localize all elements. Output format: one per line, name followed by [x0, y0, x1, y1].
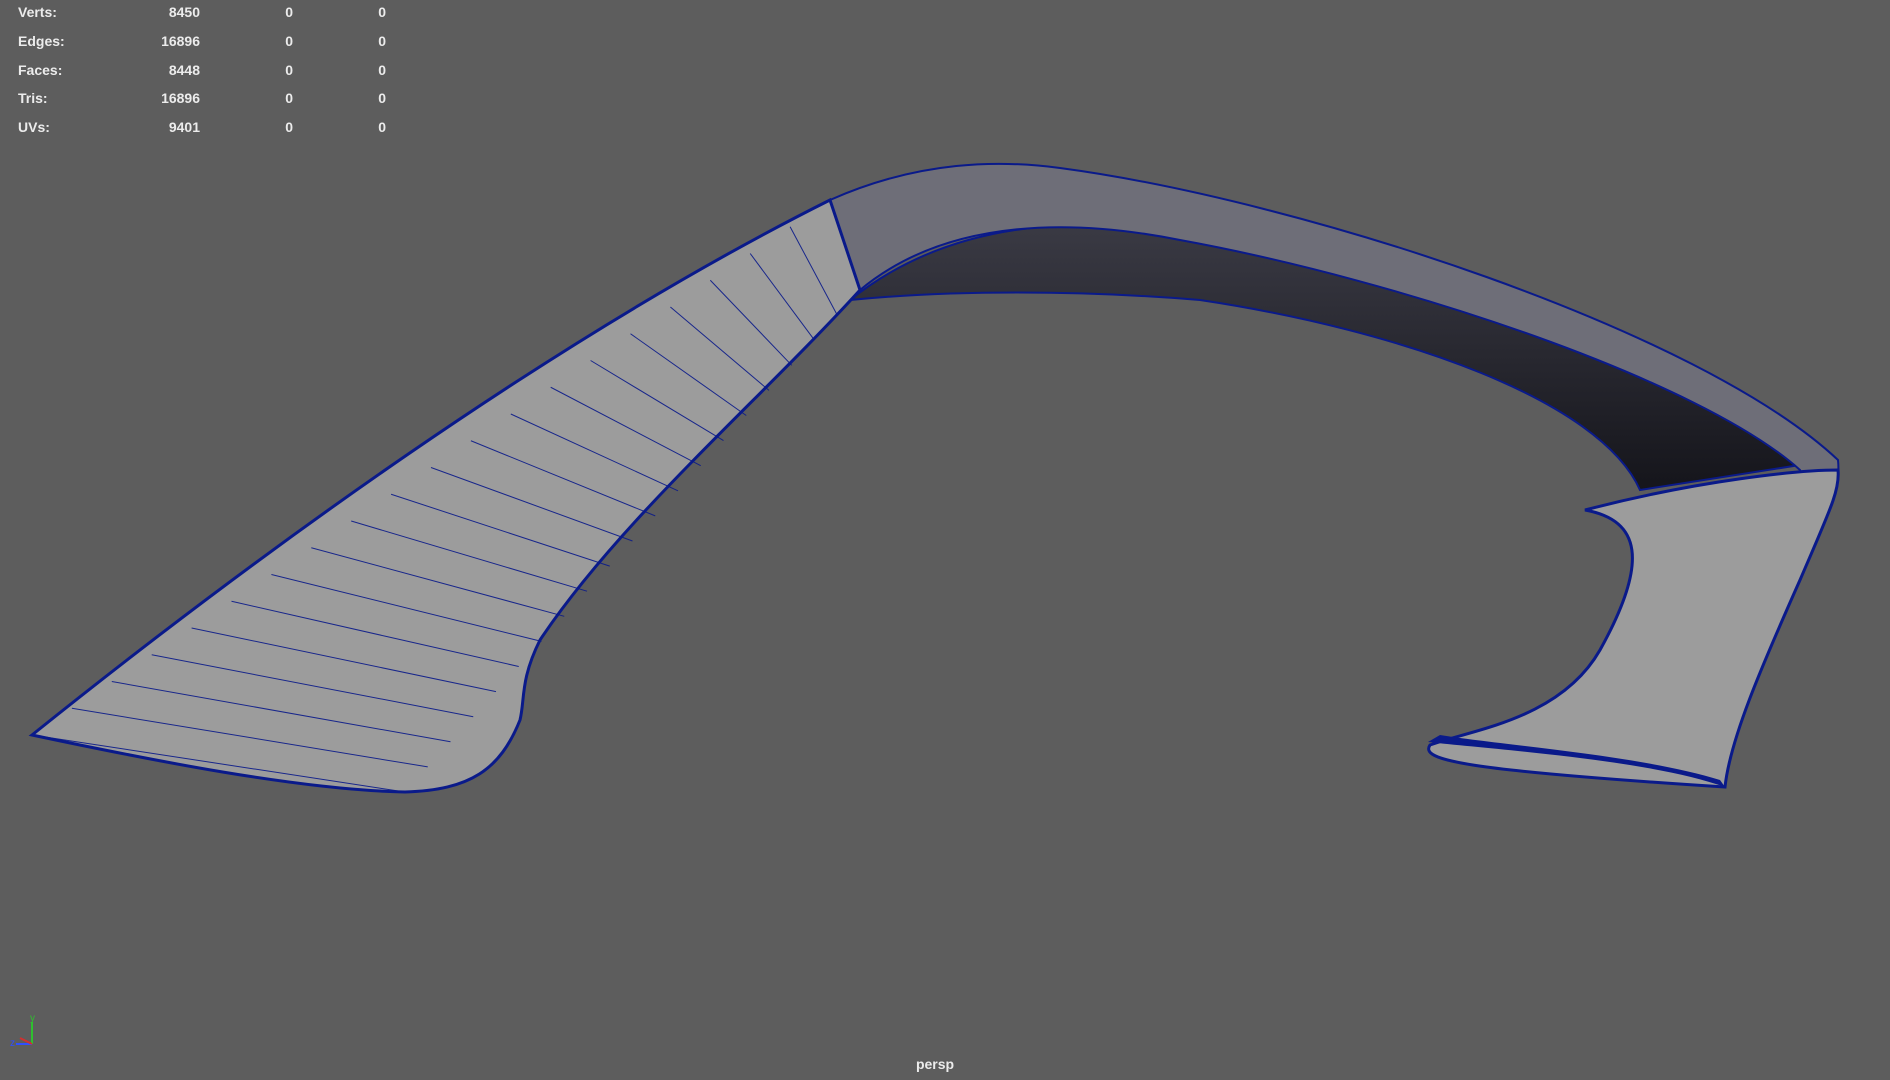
- hud-label: Verts:: [18, 4, 57, 20]
- hud-value: 0: [285, 32, 293, 49]
- hud-label: Edges:: [18, 32, 65, 49]
- hud-label: Faces:: [18, 61, 63, 78]
- hud-row: Edges: 16896 0 0: [18, 31, 386, 60]
- axis-z-label: z: [10, 1038, 15, 1049]
- mesh-left-leg: [28, 197, 862, 794]
- hud-value: 8448: [168, 61, 200, 78]
- hud-value: 0: [285, 90, 293, 107]
- hud-value: 0: [285, 119, 293, 136]
- hud-value: 0: [378, 4, 386, 20]
- hud-value: 16896: [161, 32, 200, 49]
- mesh-right-leg: [1427, 468, 1840, 789]
- hud-value: 8450: [168, 4, 200, 20]
- hud-value: 0: [378, 61, 386, 78]
- hud-value: 9401: [168, 119, 200, 136]
- hud-value: 0: [285, 61, 293, 78]
- hud-label: Tris:: [18, 90, 48, 107]
- hud-value: 0: [285, 4, 293, 20]
- camera-label: persp: [915, 1056, 955, 1072]
- hud-value: 16896: [161, 90, 200, 107]
- hud-value: 0: [378, 119, 386, 136]
- hud-label: UVs:: [18, 119, 50, 136]
- hud-row: Tris: 16896 0 0: [18, 88, 386, 117]
- hud-row: Faces: 8448 0 0: [18, 60, 386, 89]
- hud-row: Verts: 8450 0 0: [18, 2, 386, 31]
- viewport-persp[interactable]: Verts: 8450 0 0 Edges: 16896 0 0 Faces: 8448 0 0 Tri…: [0, 0, 1890, 1080]
- poly-count-hud: Verts: 8450 0 0 Edges: 16896 0 0 Faces: 8448 0 0 Tri…: [18, 2, 386, 146]
- axis-y-label: y: [30, 1014, 35, 1024]
- axis-gizmo: y z: [10, 1013, 46, 1050]
- hud-value: 0: [378, 32, 386, 49]
- hud-row: UVs: 9401 0 0: [18, 117, 386, 146]
- axis-gizmo-icon: y z: [10, 1013, 35, 1049]
- hud-value: 0: [378, 90, 386, 107]
- wireframe-mesh[interactable]: [0, 0, 1890, 1080]
